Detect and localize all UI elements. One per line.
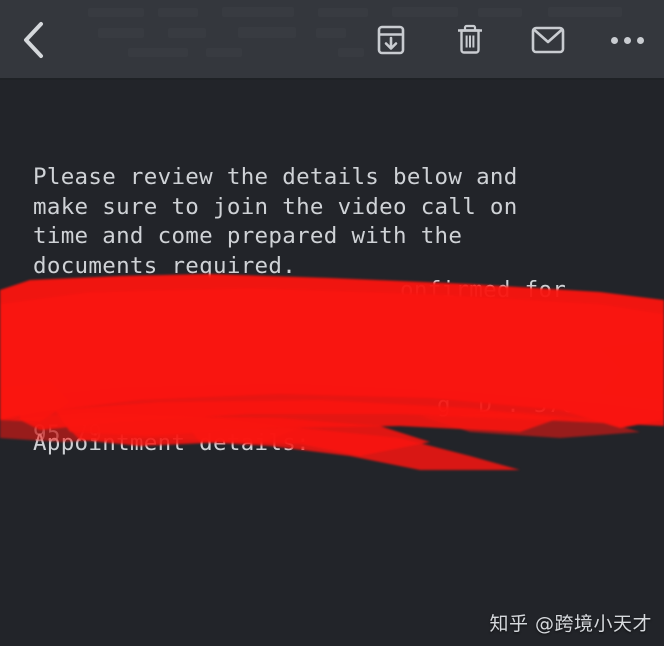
watermark: 知乎 @跨境小天才 (489, 613, 652, 635)
mark-unread-button[interactable] (522, 14, 574, 66)
message-text: Please review the details below and make… (33, 104, 643, 646)
appointment-details-heading: Appointment details: (33, 429, 310, 456)
archive-button[interactable] (365, 14, 417, 66)
overflow-dots-icon (610, 36, 644, 44)
delete-button[interactable] (444, 14, 496, 66)
envelope-icon (530, 25, 566, 55)
redacted-fragment-tail: 95 79 (33, 421, 103, 447)
more-options-button[interactable] (601, 14, 653, 66)
archive-box-down-arrow-icon (374, 23, 408, 57)
intro-paragraph: Please review the details below and make… (33, 164, 518, 279)
chevron-left-icon (21, 20, 47, 60)
redacted-fragment-stub: n (33, 363, 47, 389)
message-toolbar (0, 0, 664, 80)
redacted-fragment-id: g D : 5700 (437, 392, 590, 418)
back-button[interactable] (8, 14, 60, 66)
trash-can-icon (453, 22, 487, 58)
email-message-screen: Please review the details below and make… (0, 0, 664, 646)
message-body: Please review the details below and make… (0, 80, 664, 646)
redacted-fragment-confirmed: onfirmed for (400, 277, 567, 303)
